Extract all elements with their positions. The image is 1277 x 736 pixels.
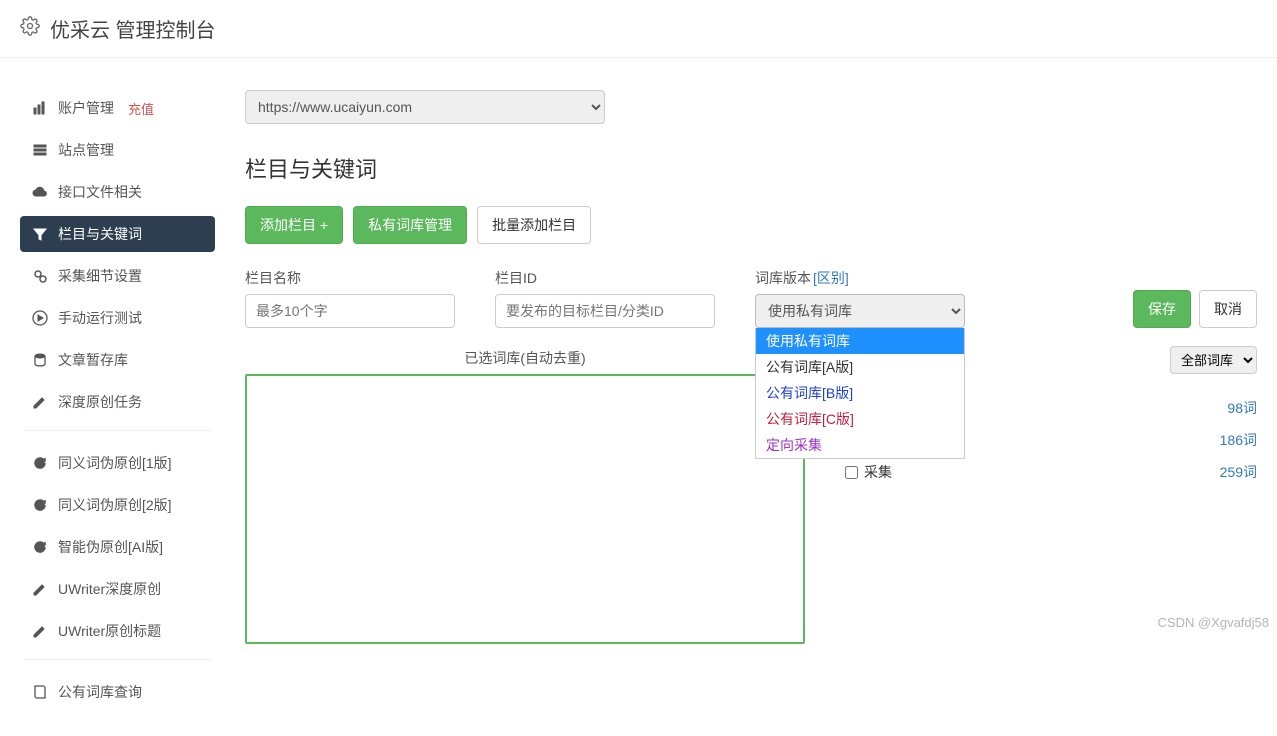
sidebar-item-label: 智能伪原创[AI版] [58, 537, 163, 557]
chart-icon [32, 100, 48, 116]
form-col-name: 栏目名称 [245, 268, 455, 328]
sidebar-item-label: UWriter原创标题 [58, 621, 161, 641]
main-content: https://www.ucaiyun.com 栏目与关键词 添加栏目 + 私有… [215, 58, 1277, 664]
edit-icon [32, 394, 48, 410]
sidebar-item-storage[interactable]: 文章暂存库 [20, 342, 215, 378]
sidebar-item-label: 公有词库查询 [58, 682, 142, 702]
sidebar-item-settings[interactable]: 采集细节设置 [20, 258, 215, 294]
sidebar-item-syn2[interactable]: 同义词伪原创[2版] [20, 487, 215, 523]
form-actions: 保存 取消 [1133, 268, 1257, 328]
selected-panel: 已选词库(自动去重) [245, 348, 805, 644]
version-option[interactable]: 定向采集 [756, 432, 964, 458]
edit-icon [32, 623, 48, 639]
stat-checkbox[interactable] [845, 466, 858, 479]
sidebar-item-public-lib[interactable]: 公有词库查询 [20, 674, 215, 710]
private-lib-button[interactable]: 私有词库管理 [353, 206, 467, 244]
column-id-input[interactable] [495, 294, 715, 328]
sidebar-item-account[interactable]: 账户管理 充值 [20, 90, 215, 126]
edit-icon [32, 581, 48, 597]
version-label-text: 词库版本 [755, 268, 811, 288]
sidebar-item-label: 栏目与关键词 [58, 224, 142, 244]
stat-count: 186词 [1220, 430, 1257, 450]
form-col-version: 词库版本 [区别] 使用私有词库 使用私有词库 公有词库[A版] 公有词库[B版… [755, 268, 965, 328]
sidebar-item-label: 同义词伪原创[2版] [58, 495, 172, 515]
column-name-label: 栏目名称 [245, 268, 455, 288]
version-option[interactable]: 公有词库[C版] [756, 406, 964, 432]
sidebar-item-label: 接口文件相关 [58, 182, 142, 202]
version-select[interactable]: 使用私有词库 [755, 294, 965, 328]
sidebar-item-api[interactable]: 接口文件相关 [20, 174, 215, 210]
page-title: 优采云 管理控制台 [50, 14, 216, 43]
sidebar-item-sites[interactable]: 站点管理 [20, 132, 215, 168]
sidebar-item-run[interactable]: 手动运行测试 [20, 300, 215, 336]
sidebar-item-label: 文章暂存库 [58, 350, 128, 370]
cancel-button[interactable]: 取消 [1199, 290, 1257, 328]
site-select[interactable]: https://www.ucaiyun.com [245, 90, 605, 124]
sidebar-item-uwriter-deep[interactable]: UWriter深度原创 [20, 571, 215, 607]
sidebar-divider [24, 659, 211, 660]
section-title: 栏目与关键词 [245, 152, 1257, 184]
column-id-label: 栏目ID [495, 268, 715, 288]
sidebar-item-ai[interactable]: 智能伪原创[AI版] [20, 529, 215, 565]
version-option[interactable]: 使用私有词库 [756, 328, 964, 354]
version-label: 词库版本 [区别] [755, 268, 965, 288]
sidebar: 账户管理 充值 站点管理 接口文件相关 栏目与关键词 采集细节设置 手动运行测试… [0, 58, 215, 736]
version-option[interactable]: 公有词库[B版] [756, 380, 964, 406]
play-icon [32, 310, 48, 326]
refresh-icon [32, 539, 48, 555]
batch-add-button[interactable]: 批量添加栏目 [477, 206, 591, 244]
cloud-icon [32, 184, 48, 200]
list-icon [32, 142, 48, 158]
gears-icon [32, 268, 48, 284]
version-dropdown: 使用私有词库 公有词库[A版] 公有词库[B版] 公有词库[C版] 定向采集 [755, 328, 965, 459]
selected-panel-title: 已选词库(自动去重) [245, 348, 805, 368]
stat-count: 98词 [1227, 398, 1257, 418]
db-icon [32, 352, 48, 368]
refresh-icon [32, 455, 48, 471]
save-button[interactable]: 保存 [1133, 290, 1191, 328]
stat-count: 259词 [1220, 462, 1257, 482]
version-diff-link[interactable]: [区别] [813, 268, 849, 288]
sidebar-item-syn1[interactable]: 同义词伪原创[1版] [20, 445, 215, 481]
gear-icon [20, 16, 40, 42]
form-col-id: 栏目ID [495, 268, 715, 328]
stat-line: 采集 259词 [845, 456, 1257, 488]
sidebar-item-uwriter-title[interactable]: UWriter原创标题 [20, 613, 215, 649]
refresh-icon [32, 497, 48, 513]
sidebar-item-badge: 充值 [128, 99, 154, 118]
sidebar-item-label: 同义词伪原创[1版] [58, 453, 172, 473]
sidebar-item-keywords[interactable]: 栏目与关键词 [20, 216, 215, 252]
sidebar-item-label: 手动运行测试 [58, 308, 142, 328]
filter-select[interactable]: 全部词库 [1170, 346, 1257, 374]
sidebar-item-label: 账户管理 [58, 98, 114, 118]
form-row: 栏目名称 栏目ID 词库版本 [区别] 使用私有词库 使用私有词库 [245, 268, 1257, 328]
column-name-input[interactable] [245, 294, 455, 328]
selected-box[interactable] [245, 374, 805, 644]
sidebar-divider [24, 430, 211, 431]
page-header: 优采云 管理控制台 [0, 0, 1277, 58]
stat-label: 采集 [864, 462, 892, 482]
sidebar-item-tasks[interactable]: 深度原创任务 [20, 384, 215, 420]
action-buttons: 添加栏目 + 私有词库管理 批量添加栏目 [245, 206, 1257, 244]
book-icon [32, 684, 48, 700]
add-column-button[interactable]: 添加栏目 + [245, 206, 343, 244]
filter-icon [32, 226, 48, 242]
middle-row: 已选词库(自动去重) 全部词库 98词 伪原创 186 [245, 348, 1257, 644]
version-option[interactable]: 公有词库[A版] [756, 354, 964, 380]
version-select-wrap: 使用私有词库 使用私有词库 公有词库[A版] 公有词库[B版] 公有词库[C版]… [755, 294, 965, 328]
sidebar-item-label: 采集细节设置 [58, 266, 142, 286]
sidebar-item-label: 站点管理 [58, 140, 114, 160]
sidebar-item-label: 深度原创任务 [58, 392, 142, 412]
sidebar-item-label: UWriter深度原创 [58, 579, 161, 599]
